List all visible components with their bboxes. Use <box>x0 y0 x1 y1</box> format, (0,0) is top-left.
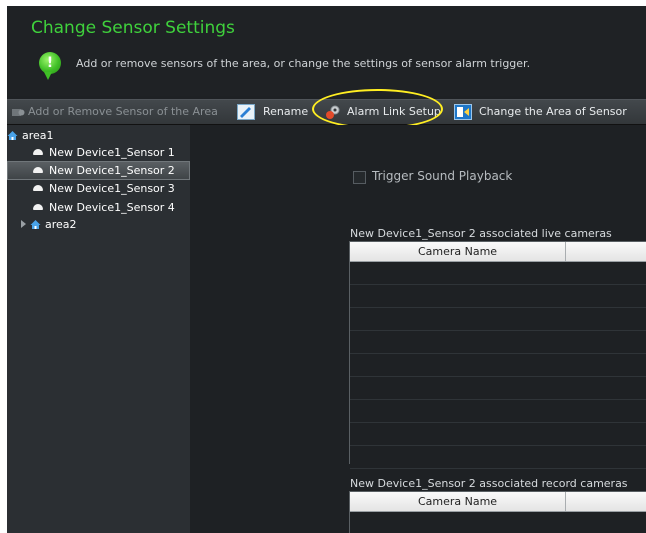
home-icon <box>30 219 41 229</box>
tree-node-label: area2 <box>45 218 77 231</box>
sensor-add-icon <box>12 109 25 116</box>
add-remove-sensor-button[interactable]: Add or Remove Sensor of the Area <box>28 100 218 124</box>
alarm-link-gear-icon <box>326 105 340 119</box>
tree-node-sensor-3[interactable]: New Device1_Sensor 3 <box>33 180 175 197</box>
table-row <box>350 331 646 354</box>
table-row <box>350 423 646 446</box>
record-cameras-label: New Device1_Sensor 2 associated record c… <box>350 477 628 490</box>
page-subtitle: Add or remove sensors of the area, or ch… <box>76 57 531 70</box>
rename-icon <box>237 104 255 120</box>
table-row <box>350 400 646 423</box>
tree-node-label: New Device1_Sensor 4 <box>49 201 175 214</box>
sensor-icon <box>33 149 43 155</box>
sensor-icon <box>33 185 43 191</box>
tree-node-area1[interactable]: area1 <box>7 127 54 144</box>
live-cameras-table[interactable]: Camera Name <box>349 241 646 469</box>
tree-node-area2[interactable]: area2 <box>21 216 77 233</box>
tree-node-label: New Device1_Sensor 3 <box>49 182 175 195</box>
table-row <box>350 285 646 308</box>
table-row <box>350 512 646 533</box>
tree-node-sensor-2[interactable]: New Device1_Sensor 2 <box>7 161 190 180</box>
tree-node-label: area1 <box>22 129 54 142</box>
live-cameras-label: New Device1_Sensor 2 associated live cam… <box>350 227 612 240</box>
page-title: Change Sensor Settings <box>31 18 235 38</box>
alarm-link-setup-button[interactable]: Alarm Link Setup <box>347 100 441 124</box>
table-row <box>350 308 646 331</box>
header: Change Sensor Settings ! Add or remove s… <box>7 6 646 96</box>
table-row <box>350 262 646 285</box>
camera-name-column-header[interactable]: Camera Name <box>350 492 566 511</box>
info-bubble-icon: ! <box>39 52 61 80</box>
change-area-button[interactable]: Change the Area of Sensor <box>479 100 627 124</box>
table-row <box>350 446 646 469</box>
table-row <box>350 377 646 400</box>
settings-panel: Trigger Sound Playback New Device1_Senso… <box>190 125 646 533</box>
tree-node-sensor-4[interactable]: New Device1_Sensor 4 <box>33 199 175 216</box>
tree-node-label: New Device1_Sensor 2 <box>49 164 175 177</box>
sensor-icon <box>33 167 43 173</box>
home-icon <box>7 130 18 140</box>
trigger-sound-label: Trigger Sound Playback <box>372 169 513 183</box>
tree-node-sensor-1[interactable]: New Device1_Sensor 1 <box>33 144 175 161</box>
rename-button[interactable]: Rename <box>263 100 308 124</box>
trigger-sound-checkbox[interactable] <box>353 171 366 184</box>
record-cameras-table[interactable]: Camera Name <box>349 491 646 533</box>
sensor-icon <box>33 204 43 210</box>
expand-arrow-icon[interactable] <box>21 220 26 228</box>
toolbar: Add or Remove Sensor of the Area Rename … <box>7 99 646 125</box>
sensor-tree: area1 New Device1_Sensor 1 New Device1_S… <box>7 125 190 533</box>
camera-name-column-header[interactable]: Camera Name <box>350 242 566 261</box>
table-row <box>350 354 646 377</box>
tree-node-label: New Device1_Sensor 1 <box>49 146 175 159</box>
table-header: Camera Name <box>350 492 646 512</box>
change-area-icon <box>454 104 472 120</box>
table-header: Camera Name <box>350 242 646 262</box>
app-window: Change Sensor Settings ! Add or remove s… <box>7 6 646 533</box>
